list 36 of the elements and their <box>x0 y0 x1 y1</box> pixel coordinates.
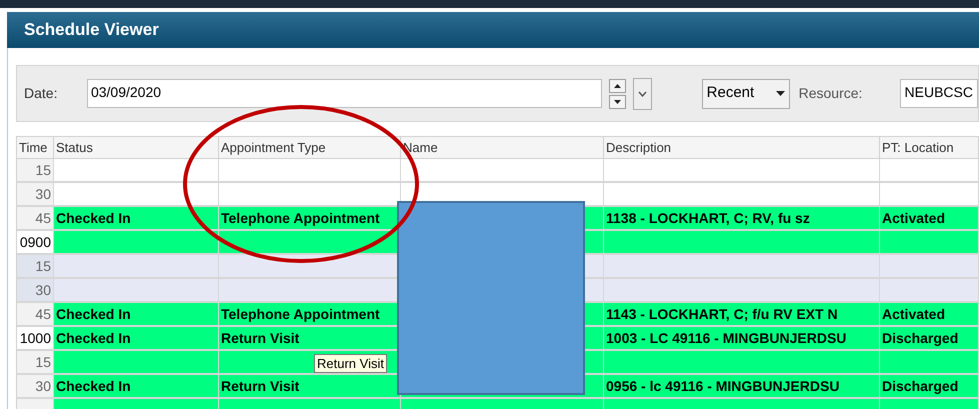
time-cell: 15 <box>17 159 54 183</box>
date-label: Date: <box>24 84 58 103</box>
time-cell: 30 <box>17 183 54 207</box>
time-cell: 1000 <box>17 327 54 351</box>
resource-field[interactable]: NEUBCSC <box>900 79 978 108</box>
dropdown-arrow-icon <box>776 91 785 96</box>
up-arrow-icon <box>614 84 621 88</box>
description-cell: 1138 - LOCKHART, C; RV, fu sz <box>604 207 880 231</box>
time-cell: 15 <box>17 351 54 375</box>
status-cell: Checked In <box>54 327 219 351</box>
location-cell: Discharged <box>880 375 979 399</box>
date-field[interactable]: 03/09/2020 <box>86 79 602 108</box>
tooltip: Return Visit <box>314 354 387 373</box>
status-cell: Checked In <box>54 375 219 399</box>
location-cell: Discharged <box>880 327 979 351</box>
resource-label: Resource: <box>798 84 864 103</box>
location-cell: Activated <box>880 303 979 327</box>
time-cell: 45 <box>17 207 54 231</box>
time-cell: 45 <box>17 303 54 327</box>
description-cell: 0956 - lc 49116 - MINGBUNJERDSU <box>604 375 880 399</box>
time-cell: 30 <box>17 375 54 399</box>
time-cell: 15 <box>17 255 54 279</box>
date-spinner[interactable] <box>608 78 626 108</box>
description-cell: 1003 - LC 49116 - MINGBUNJERDSU <box>604 327 880 351</box>
down-arrow-icon <box>614 100 621 104</box>
calendar-dropdown-button[interactable] <box>632 78 652 110</box>
description-cell: 1143 - LOCKHART, C; f/u RV EXT N <box>604 303 880 327</box>
appointment-type-cell: Return Visit <box>219 375 401 399</box>
chevron-down-icon <box>638 90 647 96</box>
range-select[interactable]: Recent <box>702 78 790 108</box>
status-cell: Checked In <box>54 303 219 327</box>
location-cell: Activated <box>880 207 979 231</box>
time-cell: 0900 <box>17 231 54 255</box>
time-cell: 30 <box>17 279 54 303</box>
window-title: Schedule Viewer <box>24 19 159 42</box>
status-cell: Checked In <box>54 207 219 231</box>
